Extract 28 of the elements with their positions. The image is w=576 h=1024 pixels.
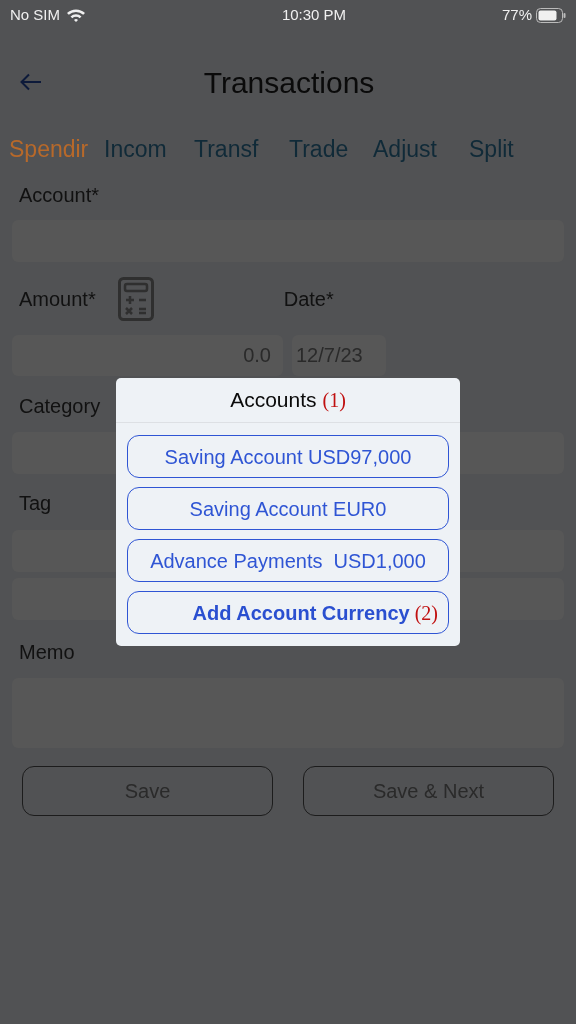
button-label: Add Account Currency: [192, 600, 410, 626]
dialog-title: Accounts: [230, 387, 317, 414]
transaction-type-tab[interactable]: Adjust: [373, 134, 469, 164]
wifi-icon: [66, 7, 86, 23]
field-label: Amount*: [18, 287, 96, 312]
account-option[interactable]: Saving Account EUR0: [127, 487, 449, 530]
account-option[interactable]: Advance Payments USD1,000: [127, 539, 449, 582]
back-arrow-icon[interactable]: [20, 73, 42, 91]
field-label: Account*: [18, 183, 100, 208]
field-label: Category: [18, 394, 101, 419]
transaction-type-tab[interactable]: Incom: [104, 134, 194, 164]
add-account-currency-button[interactable]: Add Account Currency (2): [127, 591, 449, 634]
transaction-type-tab[interactable]: Split: [469, 134, 539, 164]
transaction-type-tab[interactable]: Trade: [289, 134, 373, 164]
field-label: Tag: [18, 491, 52, 516]
annotation-marker: (1): [322, 388, 346, 414]
annotation-marker: (2): [414, 600, 438, 627]
calculator-icon[interactable]: [117, 277, 154, 321]
carrier-label: No SIM: [10, 4, 60, 25]
field-label: Date*: [282, 287, 334, 312]
account-option[interactable]: Saving Account USD97,000: [127, 435, 449, 478]
transaction-type-tab[interactable]: Transf: [194, 134, 289, 164]
battery-icon: [536, 7, 566, 23]
page-title: Transactions: [203, 64, 375, 101]
transaction-type-tab[interactable]: Spendir: [9, 134, 104, 164]
field-label: Memo: [18, 640, 75, 665]
clock-time: 10:30 PM: [281, 4, 347, 25]
battery-percentage: 77%: [501, 4, 532, 25]
